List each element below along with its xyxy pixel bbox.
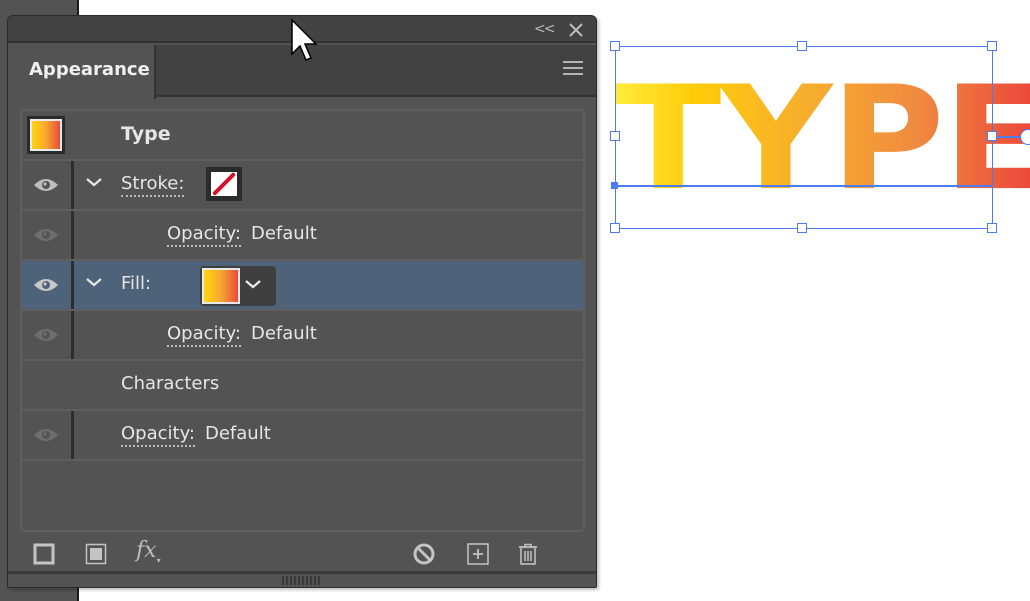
stroke-swatch-none[interactable] bbox=[206, 167, 242, 201]
appearance-panel: << Appearance Type Stroke: Opacity: Defa… bbox=[7, 15, 597, 588]
row-fill[interactable]: Fill: bbox=[22, 261, 583, 311]
none-slash-icon bbox=[211, 172, 237, 196]
appearance-attributes-list: Type Stroke: Opacity: Default Fill: Opac… bbox=[20, 109, 585, 532]
visibility-separator bbox=[71, 411, 74, 459]
type-thumbnail bbox=[27, 116, 65, 154]
type-label: Type bbox=[121, 123, 171, 145]
hamburger-icon-line bbox=[563, 73, 583, 75]
eye-icon-dimmed[interactable] bbox=[33, 227, 59, 243]
visibility-separator bbox=[71, 211, 74, 259]
opacity-value: Default bbox=[251, 323, 317, 344]
handle-bottom-right[interactable] bbox=[987, 223, 997, 233]
resize-grip[interactable] bbox=[282, 576, 322, 585]
chevron-down-icon[interactable] bbox=[244, 278, 262, 290]
text-threading-line bbox=[998, 136, 1022, 138]
panel-footer-toolbar: fx▾ bbox=[8, 538, 596, 574]
opacity-label[interactable]: Opacity: bbox=[167, 223, 241, 247]
eye-icon-dimmed[interactable] bbox=[33, 327, 59, 343]
visibility-separator bbox=[71, 161, 74, 209]
add-effect-button[interactable]: fx▾ bbox=[136, 538, 161, 565]
tab-appearance[interactable]: Appearance bbox=[8, 45, 156, 99]
handle-middle-left[interactable] bbox=[610, 131, 620, 141]
row-stroke[interactable]: Stroke: bbox=[22, 161, 583, 211]
visibility-separator bbox=[71, 261, 74, 309]
eye-icon[interactable] bbox=[33, 277, 59, 293]
row-object-opacity[interactable]: Opacity: Default bbox=[22, 411, 583, 461]
opacity-label[interactable]: Opacity: bbox=[121, 423, 195, 447]
handle-bottom-center[interactable] bbox=[797, 223, 807, 233]
dropdown-arrow-icon: ▾ bbox=[156, 556, 161, 565]
handle-top-center[interactable] bbox=[797, 41, 807, 51]
close-icon bbox=[569, 23, 583, 37]
workspace: TYPE << Appearance Type Stroke: Opacity:… bbox=[0, 0, 1030, 601]
handle-middle-right[interactable] bbox=[987, 131, 997, 141]
gradient-thumbnail bbox=[32, 121, 60, 149]
mouse-cursor-icon bbox=[291, 18, 318, 61]
chevron-down-icon[interactable] bbox=[85, 176, 103, 188]
fx-icon: fx bbox=[136, 538, 157, 563]
visibility-separator bbox=[71, 311, 74, 359]
handle-top-right[interactable] bbox=[987, 41, 997, 51]
opacity-label[interactable]: Opacity: bbox=[167, 323, 241, 347]
fill-swatch-dropdown[interactable] bbox=[200, 266, 276, 306]
baseline-anchor[interactable] bbox=[611, 182, 618, 189]
handle-top-left[interactable] bbox=[610, 41, 620, 51]
stroke-label[interactable]: Stroke: bbox=[121, 173, 185, 197]
opacity-value: Default bbox=[251, 223, 317, 244]
add-new-stroke-icon[interactable] bbox=[32, 542, 56, 566]
characters-label[interactable]: Characters bbox=[121, 373, 219, 394]
close-panel-button[interactable] bbox=[569, 19, 583, 41]
chevron-down-icon[interactable] bbox=[85, 276, 103, 288]
hamburger-icon-line bbox=[563, 67, 583, 69]
row-stroke-opacity[interactable]: Opacity: Default bbox=[22, 211, 583, 261]
duplicate-item-icon[interactable] bbox=[466, 542, 490, 566]
row-type-header[interactable]: Type bbox=[22, 111, 583, 161]
clear-appearance-icon[interactable] bbox=[412, 542, 436, 566]
selection-bounding-box bbox=[615, 46, 993, 229]
eye-icon[interactable] bbox=[33, 177, 59, 193]
fill-gradient-swatch[interactable] bbox=[202, 268, 240, 304]
fill-label[interactable]: Fill: bbox=[121, 273, 151, 294]
row-fill-opacity[interactable]: Opacity: Default bbox=[22, 311, 583, 361]
collapse-panel-button[interactable]: << bbox=[534, 21, 556, 37]
eye-icon-dimmed[interactable] bbox=[33, 427, 59, 443]
opacity-value: Default bbox=[205, 423, 271, 444]
panel-menu-button[interactable] bbox=[563, 61, 583, 77]
panel-resize-bar bbox=[8, 571, 596, 587]
row-characters[interactable]: Characters bbox=[22, 361, 583, 411]
hamburger-icon-line bbox=[563, 61, 583, 63]
handle-bottom-left[interactable] bbox=[610, 223, 620, 233]
text-out-port[interactable] bbox=[1020, 129, 1030, 145]
add-new-fill-icon[interactable] bbox=[84, 542, 108, 566]
text-baseline bbox=[615, 185, 993, 187]
trash-icon[interactable] bbox=[516, 542, 540, 566]
